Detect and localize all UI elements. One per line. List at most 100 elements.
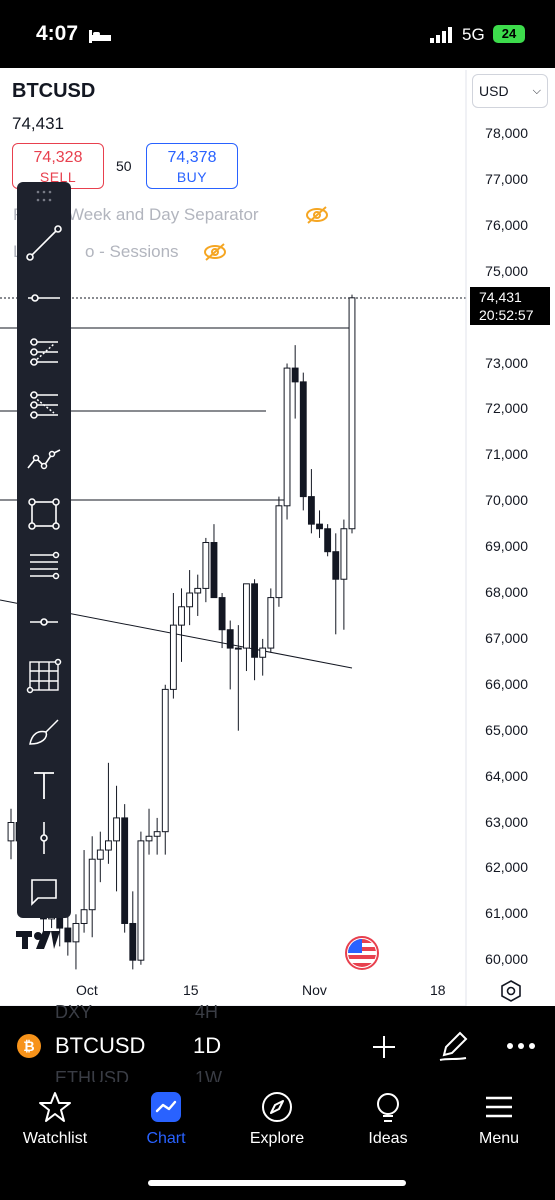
candle-body-down bbox=[324, 528, 332, 553]
candle bbox=[275, 496, 283, 607]
current-price-label: 74,431 20:52:57 bbox=[470, 287, 550, 325]
bitcoin-icon: ₿ bbox=[17, 1034, 41, 1058]
candle bbox=[299, 372, 307, 511]
candle-body-up bbox=[113, 817, 120, 842]
ghost-interval: 4H bbox=[195, 1002, 219, 1022]
candle-body-down bbox=[251, 583, 258, 658]
tradingview-logo bbox=[16, 931, 60, 949]
candle bbox=[307, 469, 315, 534]
settings-icon[interactable] bbox=[499, 979, 523, 1003]
candle-body-up bbox=[88, 858, 96, 911]
candle bbox=[218, 593, 226, 649]
chart-icon bbox=[151, 1092, 181, 1122]
candle-body-up bbox=[161, 688, 169, 833]
pitchfork-tool[interactable] bbox=[17, 332, 71, 372]
candle bbox=[332, 533, 340, 635]
x-tick-nov: Nov bbox=[302, 982, 327, 998]
compass-icon bbox=[262, 1092, 292, 1122]
plus-icon[interactable] bbox=[370, 1033, 398, 1061]
candle bbox=[210, 524, 218, 599]
candle bbox=[259, 638, 267, 676]
candle bbox=[72, 914, 80, 970]
x-tick-oct: Oct bbox=[76, 982, 98, 998]
y-tick-label: 71,000 bbox=[485, 446, 528, 463]
bottom-symbol[interactable]: BTCUSD bbox=[55, 1033, 145, 1059]
x-tick-18: 18 bbox=[430, 982, 446, 998]
pattern-tool[interactable] bbox=[17, 440, 71, 480]
y-tick-label: 70,000 bbox=[485, 492, 528, 509]
candle bbox=[161, 684, 169, 855]
candle-body-up bbox=[153, 831, 161, 837]
candle bbox=[7, 808, 15, 860]
interval-selector[interactable]: 1D bbox=[193, 1033, 221, 1059]
candle bbox=[153, 817, 161, 855]
candle bbox=[194, 574, 202, 616]
tab-label: Explore bbox=[249, 1130, 305, 1147]
gann-fan-tool[interactable] bbox=[17, 385, 71, 425]
candle-body-up bbox=[137, 840, 145, 961]
lightbulb-icon bbox=[377, 1093, 399, 1122]
candle bbox=[96, 831, 104, 883]
y-tick-label: 63,000 bbox=[485, 813, 528, 830]
candle-body-up bbox=[202, 542, 210, 589]
tab-label: Menu bbox=[478, 1130, 520, 1147]
tab-chart[interactable]: Chart bbox=[111, 1090, 221, 1148]
comment-icon[interactable] bbox=[17, 872, 71, 912]
candle bbox=[291, 345, 299, 419]
candle-body-down bbox=[129, 922, 137, 961]
candle-body-down bbox=[332, 551, 340, 580]
brush-icon[interactable] bbox=[17, 712, 71, 752]
tab-watchlist[interactable]: Watchlist bbox=[0, 1090, 110, 1148]
candle-body-down bbox=[291, 367, 299, 383]
text-tool[interactable] bbox=[17, 765, 71, 805]
candle bbox=[178, 588, 185, 662]
candle bbox=[226, 620, 234, 690]
candle bbox=[113, 785, 120, 892]
candle-body-up bbox=[145, 835, 153, 842]
horizontal-ray-tool[interactable] bbox=[17, 602, 71, 642]
candle bbox=[267, 588, 275, 653]
tab-explore[interactable]: Explore bbox=[222, 1090, 332, 1148]
candle bbox=[234, 625, 242, 731]
fib-retracement-tool[interactable] bbox=[17, 547, 71, 587]
candle-body-up bbox=[234, 647, 242, 650]
candle bbox=[340, 519, 348, 630]
candle-body-up bbox=[267, 597, 275, 649]
candle bbox=[316, 510, 323, 538]
candle bbox=[88, 836, 96, 938]
horizontal-line-tool[interactable] bbox=[17, 278, 71, 318]
candle-body-up bbox=[340, 528, 348, 580]
price-note-tool[interactable] bbox=[17, 818, 71, 858]
more-icon[interactable] bbox=[506, 1040, 536, 1052]
us-flag-icon[interactable] bbox=[344, 936, 382, 970]
price-chart[interactable] bbox=[0, 0, 555, 1006]
candle bbox=[243, 583, 250, 672]
candle-body-down bbox=[299, 381, 307, 498]
pen-icon[interactable] bbox=[436, 1029, 470, 1063]
candle-body-up bbox=[72, 922, 80, 943]
candle-body-up bbox=[348, 297, 356, 530]
grid-tool[interactable] bbox=[17, 656, 71, 696]
y-tick-label: 72,000 bbox=[485, 400, 528, 417]
menu-icon bbox=[486, 1096, 512, 1118]
y-tick-label: 62,000 bbox=[485, 859, 528, 876]
candle-body-up bbox=[169, 624, 177, 690]
trend-line-tool[interactable] bbox=[17, 223, 71, 263]
rectangle-tool[interactable] bbox=[17, 494, 71, 534]
x-tick-15: 15 bbox=[183, 982, 199, 998]
svg-text:₿: ₿ bbox=[23, 1038, 34, 1054]
y-tick-label: 77,000 bbox=[485, 170, 528, 187]
toolbar-drag-handle[interactable] bbox=[17, 189, 71, 209]
candle bbox=[251, 579, 258, 681]
candle-body-down bbox=[210, 542, 218, 599]
candle-body-down bbox=[307, 496, 315, 525]
candle bbox=[129, 891, 137, 970]
candle-body-up bbox=[96, 849, 104, 860]
y-tick-label: 64,000 bbox=[485, 767, 528, 784]
candle bbox=[121, 804, 129, 933]
candle bbox=[105, 762, 112, 864]
candle bbox=[283, 363, 291, 520]
candle bbox=[202, 537, 210, 603]
tab-menu[interactable]: Menu bbox=[444, 1090, 554, 1148]
tab-ideas[interactable]: Ideas bbox=[333, 1090, 443, 1148]
